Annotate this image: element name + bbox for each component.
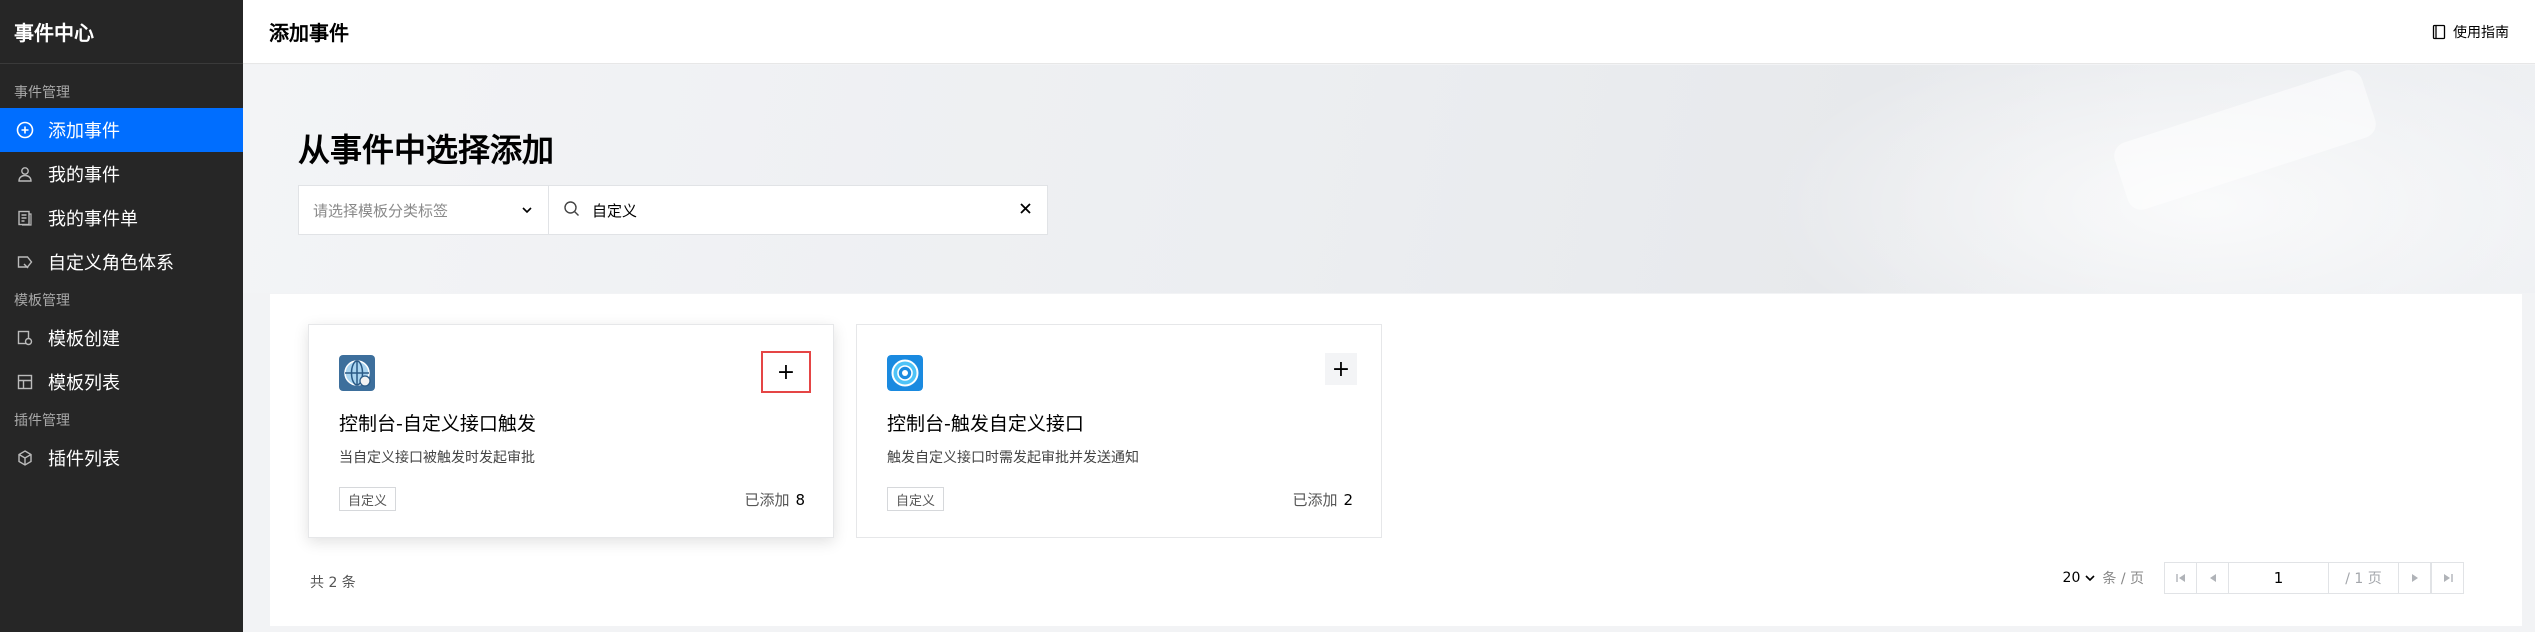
event-card-description: 触发自定义接口时需发起审批并发送通知 xyxy=(887,450,1139,466)
sidebar-item-label: 我的事件单 xyxy=(48,209,138,230)
page-size-select[interactable]: 20 xyxy=(2063,570,2097,586)
page-number-input[interactable]: 1 xyxy=(2229,563,2329,593)
globe-app-icon xyxy=(339,355,375,391)
sidebar-item-my-tickets[interactable]: 我的事件单 xyxy=(0,196,243,240)
cube-icon xyxy=(16,449,34,467)
brand-title: 事件中心 xyxy=(0,0,243,64)
sidebar-item-label: 模板创建 xyxy=(48,329,120,350)
event-card[interactable]: + 控制台-触发自定义接口 触发自定义接口时需发起审批并发送通知 自定义 已添加… xyxy=(856,324,1382,538)
event-card-description: 当自定义接口被触发时发起审批 xyxy=(339,450,535,466)
sidebar-item-label: 模板列表 xyxy=(48,373,120,394)
event-card-added-count: 已添加 8 xyxy=(744,489,805,510)
first-page-icon xyxy=(2175,574,2185,582)
added-count-value: 8 xyxy=(795,491,805,509)
add-event-button[interactable]: + xyxy=(1325,353,1357,385)
event-card-tag: 自定义 xyxy=(887,487,945,511)
total-count: 共 2 条 xyxy=(310,575,356,591)
last-page-icon xyxy=(2443,574,2453,582)
guide-label: 使用指南 xyxy=(2453,24,2509,41)
document-list-icon xyxy=(16,209,34,227)
sidebar-item-custom-roles[interactable]: 自定义角色体系 xyxy=(0,240,243,284)
search-value: 自定义 xyxy=(592,201,638,220)
circle-app-icon xyxy=(887,355,923,391)
next-page-icon xyxy=(2411,574,2418,582)
sidebar: 事件中心 事件管理 添加事件 我的事件 我的事件单 自定义角色体系 模板管理 模… xyxy=(0,0,243,632)
event-card-tag: 自定义 xyxy=(339,487,397,511)
event-card-name: 控制台-触发自定义接口 xyxy=(887,413,1084,435)
guide-link[interactable]: 使用指南 xyxy=(2431,22,2509,42)
prev-page-button[interactable] xyxy=(2197,563,2229,593)
event-card-name: 控制台-自定义接口触发 xyxy=(339,413,536,435)
pagination: 20 条 / 页 1 / 1 页 xyxy=(2063,562,2464,594)
sidebar-item-add-event[interactable]: 添加事件 xyxy=(0,108,243,152)
add-circle-icon xyxy=(16,121,34,139)
added-label: 已添加 xyxy=(1292,491,1338,509)
sidebar-item-label: 自定义角色体系 xyxy=(48,253,174,274)
page-controls: 1 / 1 页 xyxy=(2164,562,2464,594)
total-pages: / 1 页 xyxy=(2329,563,2399,593)
search-input[interactable]: 自定义 xyxy=(549,186,1047,234)
hero-heading: 从事件中选择添加 xyxy=(298,131,555,169)
sidebar-item-plugin-list[interactable]: 插件列表 xyxy=(0,436,243,480)
group-title-plugin-management: 插件管理 xyxy=(14,413,70,429)
filter-bar: 请选择模板分类标签 自定义 xyxy=(298,185,1048,235)
added-label: 已添加 xyxy=(744,491,790,509)
search-icon xyxy=(563,200,580,221)
page-size-value: 20 xyxy=(2062,570,2081,586)
sidebar-item-label: 我的事件 xyxy=(48,165,120,186)
sidebar-item-template-list[interactable]: 模板列表 xyxy=(0,360,243,404)
event-card[interactable]: + 控制台-自定义接口触发 当自定义接口被触发时发起审批 自定义 已添加 8 xyxy=(308,324,834,538)
sidebar-item-label: 添加事件 xyxy=(48,121,120,142)
page-size-unit: 条 / 页 xyxy=(2102,571,2144,587)
group-title-template-management: 模板管理 xyxy=(14,293,70,309)
group-title-event-management: 事件管理 xyxy=(14,85,70,101)
add-event-button[interactable]: + xyxy=(761,351,811,393)
prev-page-icon xyxy=(2209,574,2216,582)
user-icon xyxy=(16,165,34,183)
event-template-panel: + 控制台-自定义接口触发 当自定义接口被触发时发起审批 自定义 已添加 8 + … xyxy=(270,294,2522,626)
category-select-placeholder: 请选择模板分类标签 xyxy=(313,201,449,220)
template-create-icon xyxy=(16,329,34,347)
sidebar-item-label: 插件列表 xyxy=(48,449,120,470)
template-list-icon xyxy=(16,373,34,391)
next-page-button[interactable] xyxy=(2399,563,2431,593)
added-count-value: 2 xyxy=(1343,491,1353,509)
page-title: 添加事件 xyxy=(269,21,349,45)
close-icon[interactable] xyxy=(1018,201,1033,220)
role-tag-icon xyxy=(16,253,34,271)
first-page-button[interactable] xyxy=(2165,563,2197,593)
last-page-button[interactable] xyxy=(2431,563,2463,593)
topbar: 添加事件 使用指南 xyxy=(243,0,2535,64)
event-card-added-count: 已添加 2 xyxy=(1292,489,1353,510)
book-icon xyxy=(2432,24,2446,39)
sidebar-item-template-create[interactable]: 模板创建 xyxy=(0,316,243,360)
chevron-down-icon xyxy=(2085,575,2095,582)
chevron-down-icon xyxy=(522,207,532,214)
category-select[interactable]: 请选择模板分类标签 xyxy=(299,186,549,234)
hero-banner: 从事件中选择添加 请选择模板分类标签 自定义 xyxy=(243,65,2535,293)
sidebar-item-my-events[interactable]: 我的事件 xyxy=(0,152,243,196)
